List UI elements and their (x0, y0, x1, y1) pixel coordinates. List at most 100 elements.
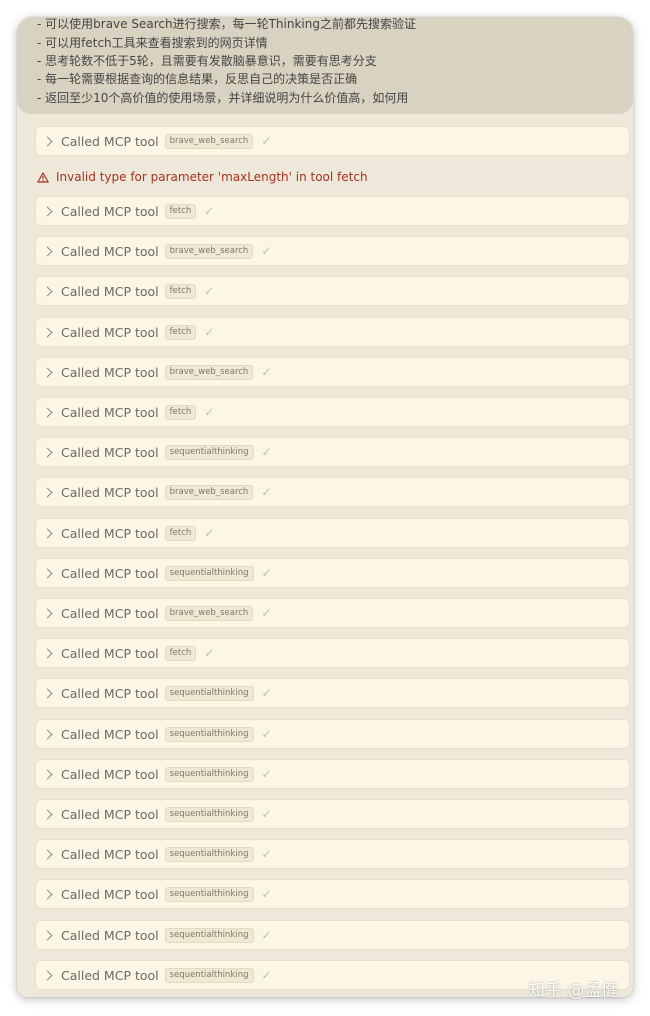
tool-call-label: Called MCP tool (61, 645, 159, 661)
tool-name-badge: sequentialthinking (164, 967, 254, 983)
tool-call-row[interactable]: Called MCP tool sequentialthinking ✓ (35, 879, 630, 909)
tool-name-badge: fetch (164, 283, 197, 299)
tool-name-badge: fetch (164, 324, 197, 340)
user-message-line: - 思考轮数不低于5轮，且需要有发散脑暴意识，需要有思考分支 (37, 54, 377, 68)
check-icon: ✓ (204, 405, 215, 419)
tool-name-badge: brave_web_search (164, 484, 254, 500)
tool-call-row[interactable]: Called MCP tool sequentialthinking ✓ (35, 437, 630, 467)
chevron-right-icon (42, 729, 53, 739)
tool-call-row[interactable]: Called MCP tool sequentialthinking ✓ (35, 839, 630, 869)
tool-name-badge: brave_web_search (164, 364, 254, 380)
tool-call-label: Called MCP tool (61, 484, 159, 500)
error-text: Invalid type for parameter 'maxLength' i… (56, 170, 368, 184)
tool-name-badge: sequentialthinking (164, 766, 254, 782)
tool-name-badge: sequentialthinking (164, 726, 254, 742)
tool-call-label: Called MCP tool (61, 846, 159, 862)
chevron-right-icon (42, 367, 53, 377)
tool-name-badge: brave_web_search (164, 133, 254, 149)
tool-name-badge: sequentialthinking (164, 685, 254, 701)
tool-call-row[interactable]: Called MCP tool sequentialthinking ✓ (35, 719, 630, 749)
tool-call-label: Called MCP tool (61, 364, 159, 380)
tool-call-label: Called MCP tool (61, 685, 159, 701)
tool-call-label: Called MCP tool (61, 525, 159, 541)
check-icon: ✓ (261, 887, 272, 901)
error-message: Invalid type for parameter 'maxLength' i… (37, 170, 368, 184)
tool-call-row[interactable]: Called MCP tool fetch ✓ (35, 397, 630, 427)
tool-call-label: Called MCP tool (61, 203, 159, 219)
check-icon: ✓ (204, 325, 215, 339)
tool-call-row[interactable]: Called MCP tool brave_web_search ✓ (35, 236, 630, 266)
tool-call-row[interactable]: Called MCP tool brave_web_search ✓ (35, 598, 630, 628)
check-icon: ✓ (261, 727, 272, 741)
tool-call-label: Called MCP tool (61, 444, 159, 460)
tool-name-badge: brave_web_search (164, 605, 254, 621)
chevron-right-icon (42, 930, 53, 940)
tool-name-badge: fetch (164, 525, 197, 541)
check-icon: ✓ (261, 686, 272, 700)
check-icon: ✓ (261, 485, 272, 499)
tool-call-row[interactable]: Called MCP tool brave_web_search ✓ (35, 126, 630, 156)
tool-name-badge: fetch (164, 203, 197, 219)
chevron-right-icon (42, 246, 53, 256)
chevron-right-icon (42, 528, 53, 538)
tool-call-label: Called MCP tool (61, 726, 159, 742)
tool-call-row[interactable]: Called MCP tool fetch ✓ (35, 317, 630, 347)
tool-call-row[interactable]: Called MCP tool brave_web_search ✓ (35, 357, 630, 387)
check-icon: ✓ (204, 204, 215, 218)
chat-panel: - 可以使用brave Search进行搜索，每一轮Thinking之前都先搜索… (17, 17, 633, 997)
check-icon: ✓ (204, 646, 215, 660)
tool-call-label: Called MCP tool (61, 324, 159, 340)
tool-call-label: Called MCP tool (61, 243, 159, 259)
tool-call-row[interactable]: Called MCP tool fetch ✓ (35, 196, 630, 226)
check-icon: ✓ (204, 284, 215, 298)
check-icon: ✓ (261, 807, 272, 821)
check-icon: ✓ (261, 445, 272, 459)
chevron-right-icon (42, 206, 53, 216)
watermark: 知乎 @孟健 (528, 981, 619, 1001)
tool-call-row[interactable]: Called MCP tool sequentialthinking ✓ (35, 678, 630, 708)
tool-name-badge: sequentialthinking (164, 444, 254, 460)
tool-name-badge: sequentialthinking (164, 846, 254, 862)
tool-call-label: Called MCP tool (61, 886, 159, 902)
check-icon: ✓ (261, 928, 272, 942)
tool-name-badge: sequentialthinking (164, 565, 254, 581)
tool-call-row[interactable]: Called MCP tool sequentialthinking ✓ (35, 799, 630, 829)
tool-call-row[interactable]: Called MCP tool brave_web_search ✓ (35, 477, 630, 507)
tool-call-label: Called MCP tool (61, 806, 159, 822)
user-message: - 可以使用brave Search进行搜索，每一轮Thinking之前都先搜索… (17, 17, 633, 114)
tool-call-row[interactable]: Called MCP tool sequentialthinking ✓ (35, 759, 630, 789)
user-message-line: - 返回至少10个高价值的使用场景，并详细说明为什么价值高，如何用 (37, 91, 409, 105)
chevron-right-icon (42, 809, 53, 819)
tool-call-label: Called MCP tool (61, 565, 159, 581)
tool-call-row[interactable]: Called MCP tool sequentialthinking ✓ (35, 920, 630, 950)
tool-call-label: Called MCP tool (61, 605, 159, 621)
chevron-right-icon (42, 769, 53, 779)
check-icon: ✓ (261, 134, 272, 148)
tool-call-label: Called MCP tool (61, 967, 159, 983)
tool-name-badge: fetch (164, 404, 197, 420)
tool-call-label: Called MCP tool (61, 133, 159, 149)
tool-call-row[interactable]: Called MCP tool fetch ✓ (35, 276, 630, 306)
chevron-right-icon (42, 286, 53, 296)
chevron-right-icon (42, 608, 53, 618)
chevron-right-icon (42, 688, 53, 698)
check-icon: ✓ (261, 767, 272, 781)
tool-call-label: Called MCP tool (61, 927, 159, 943)
user-message-line: - 可以使用brave Search进行搜索，每一轮Thinking之前都先搜索… (37, 17, 416, 31)
tool-name-badge: sequentialthinking (164, 806, 254, 822)
check-icon: ✓ (261, 968, 272, 982)
chevron-right-icon (42, 849, 53, 859)
tool-call-row[interactable]: Called MCP tool fetch ✓ (35, 518, 630, 548)
user-message-line: - 可以用fetch工具来查看搜索到的网页详情 (37, 36, 268, 50)
warning-icon (37, 171, 49, 183)
check-icon: ✓ (261, 847, 272, 861)
tool-call-row[interactable]: Called MCP tool fetch ✓ (35, 638, 630, 668)
check-icon: ✓ (261, 566, 272, 580)
chevron-right-icon (42, 327, 53, 337)
chevron-right-icon (42, 970, 53, 980)
tool-call-row[interactable]: Called MCP tool sequentialthinking ✓ (35, 558, 630, 588)
chevron-right-icon (42, 648, 53, 658)
chevron-right-icon (42, 447, 53, 457)
check-icon: ✓ (261, 606, 272, 620)
tool-call-label: Called MCP tool (61, 404, 159, 420)
